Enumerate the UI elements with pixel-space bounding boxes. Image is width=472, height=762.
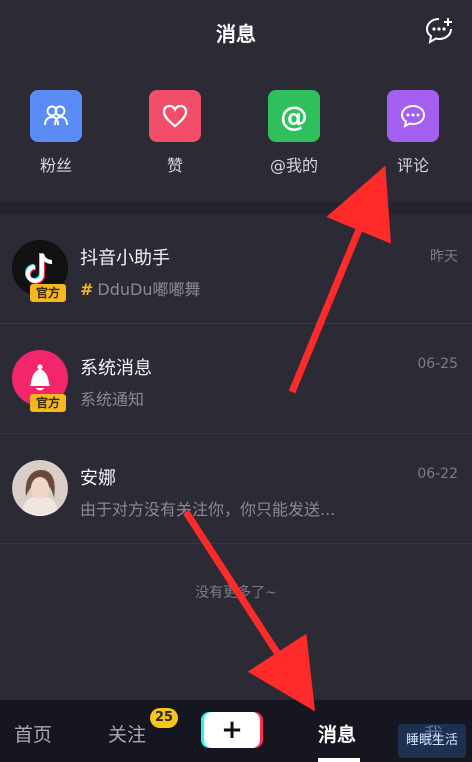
message-preview: 系统通知 [80,390,145,409]
quick-mentions-label: @我的 [269,156,318,175]
page-title: 消息 [216,22,256,46]
quick-actions: 粉丝 赞 @ @我的 评论 [0,64,472,202]
contact-name: 系统消息 [80,358,152,379]
quick-likes-label: 赞 [166,156,183,175]
add-chat-icon[interactable] [424,16,454,46]
official-badge: 官方 [30,394,66,412]
hashtag-icon: # [80,280,94,299]
watermark: 睡眠生活 [398,724,466,758]
message-time: 06-22 [417,466,458,482]
tab-home[interactable]: 首页 [14,720,52,747]
follow-count-badge: 25 [150,708,178,728]
quick-mentions[interactable]: @ @我的 [254,90,334,176]
heart-icon [149,90,201,142]
list-item[interactable]: 官方 抖音小助手 # DduDu嘟嘟舞 昨天 [0,214,472,324]
tab-messages[interactable]: 消息 [318,720,356,747]
no-more-text: 没有更多了~ [195,585,277,601]
message-time: 06-25 [417,356,458,372]
contact-name: 抖音小助手 [80,248,170,269]
quick-comments[interactable]: 评论 [373,90,453,176]
tab-follow[interactable]: 关注 [108,720,146,747]
quick-fans[interactable]: 粉丝 [16,90,96,176]
message-preview: # DduDu嘟嘟舞 [80,276,201,300]
preview-text: DduDu嘟嘟舞 [97,280,201,299]
list-item[interactable]: 官方 系统消息 系统通知 06-25 [0,324,472,434]
header: 消息 [0,0,472,64]
comment-icon [387,90,439,142]
active-tab-indicator [318,758,360,762]
user-photo [12,460,68,516]
section-divider [0,202,472,214]
create-button[interactable]: + [204,712,260,748]
message-list: 官方 抖音小助手 # DduDu嘟嘟舞 昨天 官方 系统消息 系统通知 06-25 [0,214,472,544]
plus-icon: + [221,715,243,745]
fans-icon [30,90,82,142]
quick-fans-label: 粉丝 [39,156,72,175]
message-time: 昨天 [430,249,458,265]
list-item[interactable]: 安娜 由于对方没有关注你，你只能发送... 06-22 [0,434,472,544]
message-preview: 由于对方没有关注你，你只能发送... [80,500,336,519]
quick-likes[interactable]: 赞 [135,90,215,176]
quick-comments-label: 评论 [396,156,429,175]
official-badge: 官方 [30,284,66,302]
contact-name: 安娜 [80,468,116,489]
at-icon: @ [268,90,320,142]
